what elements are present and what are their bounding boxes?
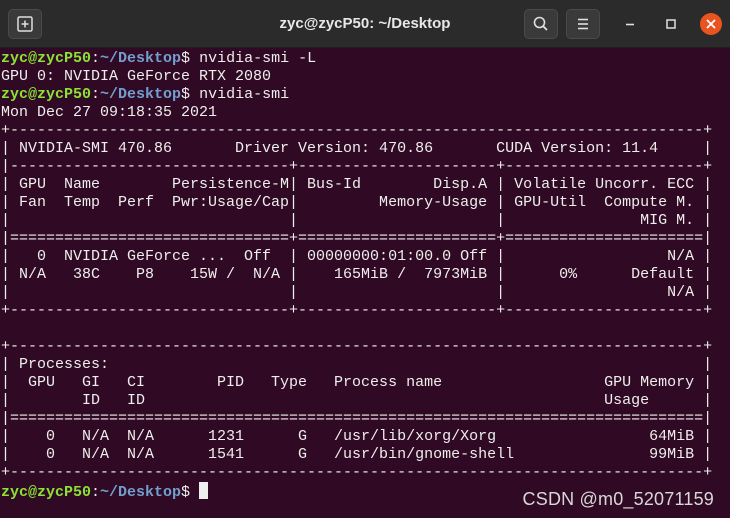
- maximize-icon: [666, 19, 676, 29]
- output-line: | ID ID Usage |: [1, 392, 713, 409]
- output-line: | N/A 38C P8 15W / N/A | 165MiB / 7973Mi…: [1, 266, 713, 283]
- search-button[interactable]: [524, 9, 558, 39]
- output-line: +---------------------------------------…: [1, 122, 713, 139]
- text-cursor: [199, 482, 209, 499]
- watermark: CSDN @m0_52071159: [522, 489, 714, 509]
- search-icon: [533, 16, 548, 31]
- prompt-symbol: $: [181, 50, 200, 67]
- prompt-path: ~/Desktop: [100, 484, 182, 501]
- prompt-symbol: $: [181, 86, 200, 103]
- command-text: nvidia-smi: [199, 86, 290, 103]
- close-button[interactable]: [700, 13, 722, 35]
- output-line: | 0 N/A N/A 1231 G /usr/lib/xorg/Xorg 64…: [1, 428, 713, 445]
- terminal-output[interactable]: zyc@zycP50:~/Desktop$ nvidia-smi -L GPU 0…: [1, 50, 713, 501]
- prompt-user-host: zyc@zycP50: [1, 484, 92, 501]
- output-line: |=======================================…: [1, 410, 713, 427]
- output-line: |===============================+=======…: [1, 230, 713, 247]
- output-line: +---------------------------------------…: [1, 338, 713, 355]
- output-line: | GPU Name Persistence-M| Bus-Id Disp.A …: [1, 176, 713, 193]
- output-line: GPU 0: NVIDIA GeForce RTX 2080: [1, 68, 272, 85]
- output-line: | | | MIG M. |: [1, 212, 713, 229]
- prompt-line: zyc@zycP50:~/Desktop$ nvidia-smi -L: [1, 50, 712, 68]
- output-line: | 0 N/A N/A 1541 G /usr/bin/gnome-shell …: [1, 446, 713, 463]
- hamburger-menu-icon: [578, 18, 588, 30]
- output-line: | 0 NVIDIA GeForce ... Off | 00000000:01…: [1, 248, 713, 265]
- output-line: +-------------------------------+-------…: [1, 302, 713, 319]
- prompt-colon: :: [91, 86, 101, 103]
- output-line: |-------------------------------+-------…: [1, 158, 713, 175]
- prompt-path: ~/Desktop: [100, 50, 182, 67]
- title-bar: zyc@zycP50: ~/Desktop: [0, 0, 730, 48]
- prompt-path: ~/Desktop: [100, 86, 182, 103]
- output-line: +---------------------------------------…: [1, 464, 713, 481]
- close-icon: [706, 19, 716, 29]
- command-text: nvidia-smi -L: [199, 50, 317, 67]
- output-line: | Processes: |: [1, 356, 713, 373]
- prompt-user-host: zyc@zycP50: [1, 86, 92, 103]
- prompt-symbol: $: [181, 484, 200, 501]
- minimize-button[interactable]: [620, 14, 640, 34]
- prompt-user-host: zyc@zycP50: [1, 50, 92, 67]
- minimize-icon: [626, 23, 634, 26]
- output-line: Mon Dec 27 09:18:35 2021: [1, 104, 218, 121]
- prompt-line: zyc@zycP50:~/Desktop$ nvidia-smi: [1, 86, 712, 104]
- prompt-colon: :: [91, 484, 101, 501]
- maximize-button[interactable]: [661, 14, 681, 34]
- prompt-colon: :: [91, 50, 101, 67]
- output-line: | GPU GI CI PID Type Process name GPU Me…: [1, 374, 713, 391]
- menu-button[interactable]: [566, 9, 600, 39]
- output-line: | Fan Temp Perf Pwr:Usage/Cap| Memory-Us…: [1, 194, 713, 211]
- terminal-window: zyc@zycP50: ~/Desktop zyc@zycP50:~/Deskt…: [0, 0, 730, 518]
- output-line: | NVIDIA-SMI 470.86 Driver Version: 470.…: [1, 140, 713, 157]
- output-line: | | | N/A |: [1, 284, 713, 301]
